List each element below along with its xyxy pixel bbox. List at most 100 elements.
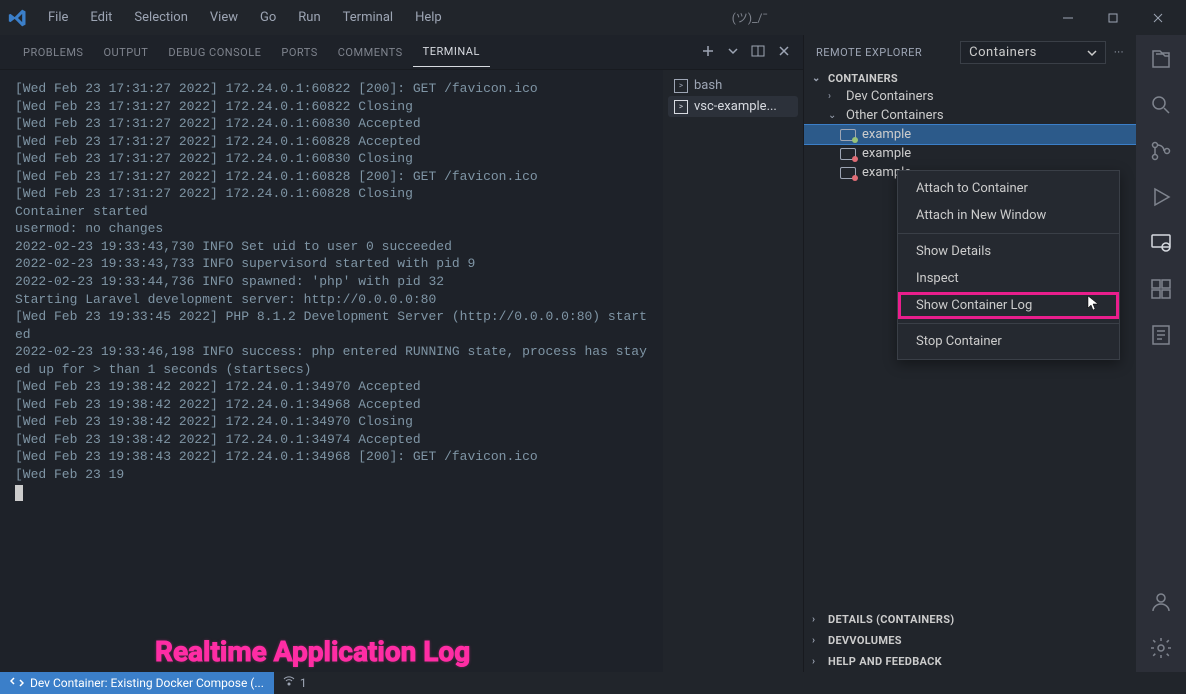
tab-ports[interactable]: PORTS: [271, 38, 327, 67]
section-label: HELP AND FEEDBACK: [828, 655, 942, 668]
account-icon[interactable]: [1147, 588, 1175, 616]
container-item-1[interactable]: example: [804, 125, 1136, 144]
chevron-right-icon: ›: [812, 635, 824, 646]
settings-gear-icon[interactable]: [1147, 634, 1175, 662]
containers-section[interactable]: ⌄ CONTAINERS: [804, 70, 1136, 87]
terminal-list-label: vsc-example...: [694, 99, 777, 114]
section-label: CONTAINERS: [828, 72, 898, 85]
tab-terminal[interactable]: TERMINAL: [413, 37, 490, 67]
minimize-button[interactable]: [1053, 3, 1083, 33]
tree-item-label: Dev Containers: [846, 89, 934, 104]
terminal-icon: >: [674, 79, 688, 93]
container-item-2[interactable]: example: [804, 144, 1136, 163]
terminal-list-bash[interactable]: > bash: [668, 75, 798, 96]
terminal-list-vsc-example[interactable]: > vsc-example...: [668, 96, 798, 117]
chevron-down-icon: ⌄: [812, 73, 824, 84]
kill-terminal-icon[interactable]: [778, 45, 790, 60]
menu-edit[interactable]: Edit: [80, 6, 122, 29]
status-remote-label: Dev Container: Existing Docker Compose (…: [30, 676, 264, 690]
chevron-right-icon: ›: [812, 656, 824, 667]
status-ports[interactable]: 1: [274, 675, 315, 692]
source-control-icon[interactable]: [1147, 137, 1175, 165]
menu-go[interactable]: Go: [250, 6, 286, 29]
menu-attach-new-window[interactable]: Attach in New Window: [898, 202, 1119, 229]
todo-icon[interactable]: [1147, 321, 1175, 349]
close-button[interactable]: [1143, 3, 1173, 33]
panel-actions: [700, 43, 790, 62]
menu-separator: [898, 323, 1119, 324]
run-debug-icon[interactable]: [1147, 183, 1175, 211]
details-section[interactable]: › DETAILS (CONTAINERS): [804, 609, 1136, 630]
broadcast-icon: [282, 675, 296, 692]
panel-area: PROBLEMS OUTPUT DEBUG CONSOLE PORTS COMM…: [0, 35, 803, 672]
menu-help[interactable]: Help: [405, 6, 452, 29]
vscode-logo: [8, 8, 28, 28]
menu-terminal[interactable]: Terminal: [333, 6, 403, 29]
new-terminal-icon[interactable]: [700, 43, 716, 62]
tab-debug-console[interactable]: DEBUG CONSOLE: [158, 38, 271, 67]
help-section[interactable]: › HELP AND FEEDBACK: [804, 651, 1136, 672]
menu-inspect[interactable]: Inspect: [898, 265, 1119, 292]
menu-stop-container[interactable]: Stop Container: [898, 328, 1119, 355]
window-title: (ツ)_/¯: [452, 9, 1048, 26]
menu-file[interactable]: File: [38, 6, 78, 29]
status-remote-indicator[interactable]: Dev Container: Existing Docker Compose (…: [0, 672, 274, 694]
window-controls: [1048, 3, 1178, 33]
remote-type-dropdown[interactable]: Containers: [960, 41, 1106, 64]
split-terminal-icon[interactable]: [750, 43, 766, 62]
tab-comments[interactable]: COMMENTS: [328, 38, 413, 67]
remote-explorer-icon[interactable]: [1147, 229, 1175, 257]
menu-show-container-log[interactable]: Show Container Log: [898, 292, 1119, 319]
terminal-list-label: bash: [694, 78, 722, 93]
tree-item-label: example: [862, 146, 911, 161]
explorer-icon[interactable]: [1147, 45, 1175, 73]
activity-bar: [1136, 35, 1186, 672]
terminal-icon: >: [674, 100, 688, 114]
sidebar-bottom-sections: › DETAILS (CONTAINERS) › DEVVOLUMES › HE…: [804, 609, 1136, 672]
menu-view[interactable]: View: [200, 6, 248, 29]
more-actions-icon[interactable]: ···: [1114, 46, 1124, 59]
container-stopped-icon: [840, 167, 856, 179]
devvolumes-section[interactable]: › DEVVOLUMES: [804, 630, 1136, 651]
other-containers-group[interactable]: ⌄ Other Containers: [804, 106, 1136, 125]
menu-separator: [898, 233, 1119, 234]
sidebar-header: REMOTE EXPLORER Containers ···: [804, 35, 1136, 70]
tree-item-label: Other Containers: [846, 108, 944, 123]
chevron-down-icon[interactable]: [728, 46, 738, 59]
status-ports-count: 1: [300, 676, 307, 690]
titlebar: File Edit Selection View Go Run Terminal…: [0, 0, 1186, 35]
menu-attach-to-container[interactable]: Attach to Container: [898, 175, 1119, 202]
chevron-right-icon: ›: [812, 614, 824, 625]
annotation-overlay: Realtime Application Log: [155, 633, 470, 671]
chevron-down-icon: ⌄: [828, 110, 840, 121]
dev-containers-group[interactable]: › Dev Containers: [804, 87, 1136, 106]
status-bar: Dev Container: Existing Docker Compose (…: [0, 672, 1186, 694]
extensions-icon[interactable]: [1147, 275, 1175, 303]
terminal-cursor: [15, 485, 23, 501]
terminal-content: [Wed Feb 23 17:31:27 2022] 172.24.0.1:60…: [0, 70, 803, 672]
menu-item-label: Show Container Log: [916, 298, 1032, 313]
container-stopped-icon: [840, 148, 856, 160]
tab-problems[interactable]: PROBLEMS: [13, 38, 93, 67]
menu-selection[interactable]: Selection: [124, 6, 197, 29]
menu-bar: File Edit Selection View Go Run Terminal…: [38, 6, 452, 29]
terminal-list: > bash > vsc-example...: [663, 70, 803, 672]
cursor-icon: [1087, 295, 1101, 317]
dropdown-label: Containers: [969, 45, 1037, 60]
section-label: DEVVOLUMES: [828, 634, 902, 647]
container-running-icon: [840, 129, 856, 141]
terminal-text: [Wed Feb 23 17:31:27 2022] 172.24.0.1:60…: [15, 81, 647, 482]
search-icon[interactable]: [1147, 91, 1175, 119]
tree-item-label: example: [862, 127, 911, 142]
menu-run[interactable]: Run: [288, 6, 330, 29]
chevron-right-icon: ›: [828, 91, 840, 102]
remote-icon: [10, 675, 24, 692]
terminal-output[interactable]: [Wed Feb 23 17:31:27 2022] 172.24.0.1:60…: [0, 70, 663, 672]
sidebar-title: REMOTE EXPLORER: [816, 46, 922, 59]
maximize-button[interactable]: [1098, 3, 1128, 33]
container-context-menu: Attach to Container Attach in New Window…: [897, 170, 1120, 360]
panel-tabs: PROBLEMS OUTPUT DEBUG CONSOLE PORTS COMM…: [0, 35, 803, 70]
tab-output[interactable]: OUTPUT: [93, 38, 158, 67]
section-label: DETAILS (CONTAINERS): [828, 613, 954, 626]
menu-show-details[interactable]: Show Details: [898, 238, 1119, 265]
